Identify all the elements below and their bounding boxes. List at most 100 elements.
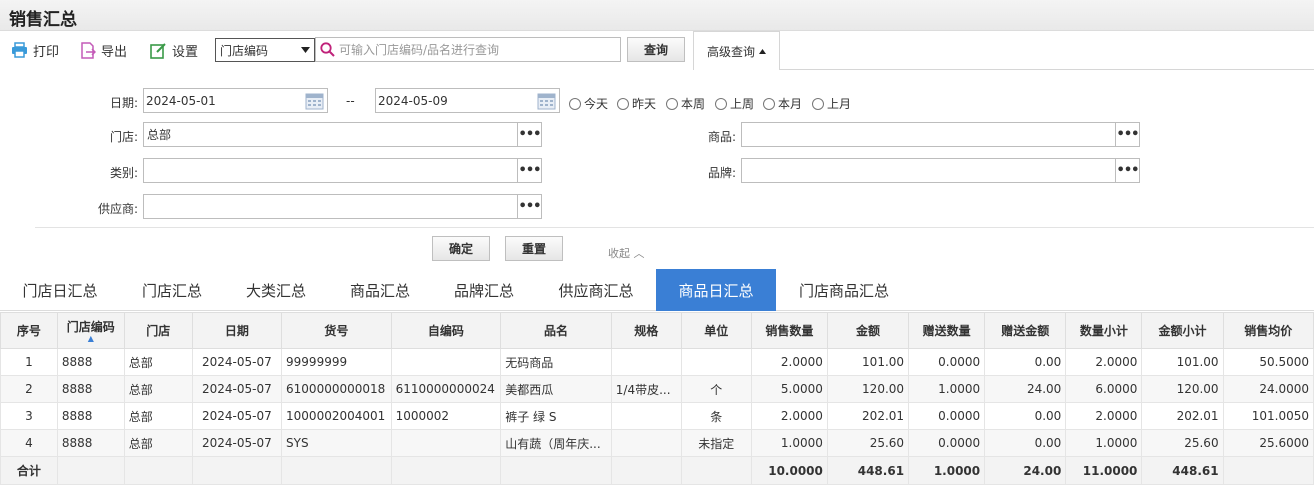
table-cell: 裤子 绿 S [500, 402, 612, 430]
table-cell: 25.60 [826, 429, 910, 457]
column-header[interactable]: 货号 [281, 312, 392, 349]
chevron-down-icon [301, 47, 310, 53]
table-cell: 总部 [123, 375, 193, 403]
column-header[interactable]: 赠送金额 [984, 312, 1067, 349]
table-cell: 2.0000 [750, 348, 828, 376]
radio-today[interactable]: 今天 [569, 95, 608, 112]
table-cell: 总部 [123, 348, 193, 376]
search-input[interactable] [339, 39, 619, 60]
radio-circle [812, 97, 824, 110]
collapse-link[interactable]: 收起 ︿ [608, 245, 645, 261]
table-cell [390, 429, 502, 457]
category-more-button[interactable]: ••• [517, 159, 541, 182]
settings-button[interactable]: 设置 [150, 39, 198, 61]
total-cell: 1.0000 [908, 456, 986, 485]
column-header[interactable]: 品名 [500, 312, 612, 349]
search-box [315, 37, 621, 62]
supplier-field[interactable]: ••• [143, 194, 542, 219]
table-cell [610, 402, 682, 430]
summary-tabs: 门店日汇总 门店汇总 大类汇总 商品汇总 品牌汇总 供应商汇总 商品日汇总 门店… [0, 269, 1314, 311]
radio-this-month[interactable]: 本月 [763, 95, 802, 112]
reset-button[interactable]: 重置 [505, 236, 563, 261]
table-cell: 202.01 [1141, 402, 1224, 430]
print-label: 打印 [33, 44, 60, 60]
store-more-button[interactable]: ••• [517, 123, 541, 146]
table-total-row: 合计 10.0000 448.61 1.0000 24.00 11.0000 4… [0, 456, 1314, 485]
table-cell: 0.00 [984, 402, 1067, 430]
table-row[interactable]: 3 8888 总部 2024-05-07 1000002004001 10000… [0, 402, 1314, 430]
date-to-input[interactable]: 2024-05-09 [375, 88, 560, 113]
column-header[interactable]: 金额 [826, 312, 910, 349]
date-from-value: 2024-05-01 [146, 93, 216, 108]
radio-label: 本周 [681, 97, 706, 111]
radio-last-week[interactable]: 上周 [715, 95, 754, 112]
radio-last-month[interactable]: 上月 [812, 95, 851, 112]
table-cell: 山有蔬（周年庆... [500, 429, 612, 457]
product-more-button[interactable]: ••• [1115, 123, 1139, 146]
calendar-icon[interactable] [537, 92, 556, 110]
table-cell [390, 348, 502, 376]
confirm-button[interactable]: 确定 [432, 236, 490, 261]
table-cell: SYS [281, 429, 392, 457]
column-header[interactable]: 金额小计 [1141, 312, 1224, 349]
advanced-query-tab[interactable]: 高级查询 [693, 31, 780, 70]
category-field[interactable]: ••• [143, 158, 542, 183]
brand-more-button[interactable]: ••• [1115, 159, 1139, 182]
table-cell: 120.00 [826, 375, 910, 403]
table-cell: 6100000000018 [281, 375, 392, 403]
table-cell: 8888 [56, 429, 125, 457]
column-header[interactable]: 自编码 [390, 312, 502, 349]
radio-label: 上月 [827, 97, 852, 111]
table-cell: 99999999 [281, 348, 392, 376]
column-header[interactable]: 销售数量 [750, 312, 828, 349]
column-header-store-code[interactable]: 门店编码 ▲ [56, 312, 125, 349]
table-cell: 4 [0, 429, 58, 457]
column-header[interactable]: 赠送数量 [908, 312, 986, 349]
table-cell: 3 [0, 402, 58, 430]
radio-circle [763, 97, 775, 110]
table-cell: 0.00 [984, 429, 1067, 457]
export-button[interactable]: 导出 [80, 39, 127, 61]
tab-product[interactable]: 商品汇总 [328, 269, 432, 311]
date-from-input[interactable]: 2024-05-01 [143, 88, 328, 113]
brand-field[interactable]: ••• [741, 158, 1140, 183]
table-row[interactable]: 2 8888 总部 2024-05-07 6100000000018 61100… [0, 375, 1314, 403]
column-header[interactable]: 销售均价 [1222, 312, 1314, 349]
tab-store[interactable]: 门店汇总 [120, 269, 224, 311]
table-cell: 8888 [56, 348, 125, 376]
column-header[interactable]: 数量小计 [1065, 312, 1143, 349]
tab-category[interactable]: 大类汇总 [224, 269, 328, 311]
date-separator: -- [346, 94, 355, 108]
table-row[interactable]: 1 8888 总部 2024-05-07 99999999 无码商品 2.000… [0, 348, 1314, 376]
table-row[interactable]: 4 8888 总部 2024-05-07 SYS 山有蔬（周年庆... 未指定 … [0, 429, 1314, 457]
table-cell: 25.6000 [1222, 429, 1314, 457]
table-cell: 101.00 [826, 348, 910, 376]
product-field[interactable]: ••• [741, 122, 1140, 147]
column-header[interactable]: 规格 [610, 312, 682, 349]
column-header[interactable]: 门店 [123, 312, 193, 349]
radio-this-week[interactable]: 本周 [666, 95, 705, 112]
advanced-query-label: 高级查询 [706, 44, 755, 59]
radio-yesterday[interactable]: 昨天 [617, 95, 656, 112]
query-button[interactable]: 查询 [627, 37, 685, 62]
search-field-select[interactable]: 门店编码 [215, 38, 315, 62]
column-header[interactable]: 日期 [191, 312, 283, 349]
column-header[interactable]: 单位 [680, 312, 752, 349]
print-button[interactable]: 打印 [11, 39, 59, 61]
tab-store-product[interactable]: 门店商品汇总 [776, 269, 912, 311]
tab-brand[interactable]: 品牌汇总 [432, 269, 536, 311]
printer-icon [12, 42, 27, 58]
calendar-icon[interactable] [305, 92, 324, 110]
date-label: 日期: [109, 96, 138, 110]
tab-product-daily[interactable]: 商品日汇总 [656, 269, 776, 311]
table-cell: 0.0000 [908, 429, 986, 457]
table-cell: 总部 [123, 402, 193, 430]
column-header[interactable]: 序号 [0, 312, 58, 349]
store-field[interactable]: 总部 ••• [143, 122, 542, 147]
supplier-more-button[interactable]: ••• [517, 195, 541, 218]
tab-store-daily[interactable]: 门店日汇总 [0, 269, 120, 311]
table-cell: 1/4带皮... [610, 375, 682, 403]
tab-supplier[interactable]: 供应商汇总 [536, 269, 656, 311]
export-label: 导出 [101, 44, 128, 60]
table-header-row: 序号 门店编码 ▲ 门店 日期 货号 自编码 品名 规格 单位 销售数量 金额 赠… [0, 312, 1314, 349]
